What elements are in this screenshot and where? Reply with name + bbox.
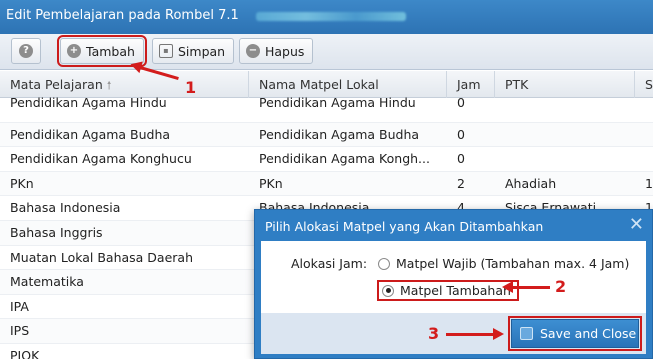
alokasi-jam-label: Alokasi Jam: <box>291 256 368 271</box>
toolbar: ? + Tambah ▪ Simpan − Hapus <box>0 34 653 70</box>
window-titlebar: Edit Pembelajaran pada Rombel 7.1 <box>0 0 653 34</box>
column-header-s[interactable]: S <box>635 71 653 98</box>
close-icon[interactable]: ✕ <box>629 214 644 235</box>
annotation-arrow-2 <box>502 281 550 293</box>
tambah-label: Tambah <box>86 43 135 59</box>
simpan-label: Simpan <box>178 43 226 59</box>
annotation-step-2: 2 <box>555 277 567 296</box>
radio-matpel-tambahan[interactable]: Matpel Tambahan <box>377 280 519 301</box>
dialog-title: Pilih Alokasi Matpel yang Akan Ditambahk… <box>265 219 544 234</box>
table-row[interactable]: Pendidikan Agama Hindu Pendidikan Agama … <box>0 95 653 123</box>
table-row[interactable]: Pendidikan Agama Konghucu Pendidikan Aga… <box>0 147 653 172</box>
simpan-button[interactable]: ▪ Simpan <box>152 38 235 64</box>
help-button[interactable]: ? <box>11 38 41 64</box>
radio-matpel-wajib[interactable]: Matpel Wajib (Tambahan max. 4 Jam) <box>378 256 629 271</box>
annotation-step-1: 1 <box>185 78 197 97</box>
annotation-step-3: 3 <box>428 324 440 343</box>
hapus-button[interactable]: − Hapus <box>239 38 314 64</box>
table-row[interactable]: Pendidikan Agama Budha Pendidikan Agama … <box>0 122 653 148</box>
radio-selected-icon <box>382 284 394 297</box>
help-icon: ? <box>19 44 33 58</box>
window-title: Edit Pembelajaran pada Rombel 7.1 <box>6 8 239 23</box>
table-row[interactable]: PKn PKn 2 Ahadiah 1 <box>0 171 653 197</box>
save-icon <box>520 327 533 340</box>
plus-icon: + <box>67 44 81 58</box>
column-header-ptk[interactable]: PTK <box>495 71 635 98</box>
dialog-body: Alokasi Jam: Matpel Wajib (Tambahan max.… <box>261 241 646 313</box>
annotation-arrow-3 <box>446 328 504 340</box>
alokasi-dialog: Pilih Alokasi Matpel yang Akan Ditambahk… <box>254 209 653 359</box>
minus-icon: − <box>246 44 260 58</box>
redacted-title-part <box>256 12 406 21</box>
hapus-label: Hapus <box>265 43 305 59</box>
save-and-close-button[interactable]: Save and Close <box>508 316 642 351</box>
radio-circle-icon <box>378 257 390 270</box>
save-icon: ▪ <box>159 44 173 58</box>
